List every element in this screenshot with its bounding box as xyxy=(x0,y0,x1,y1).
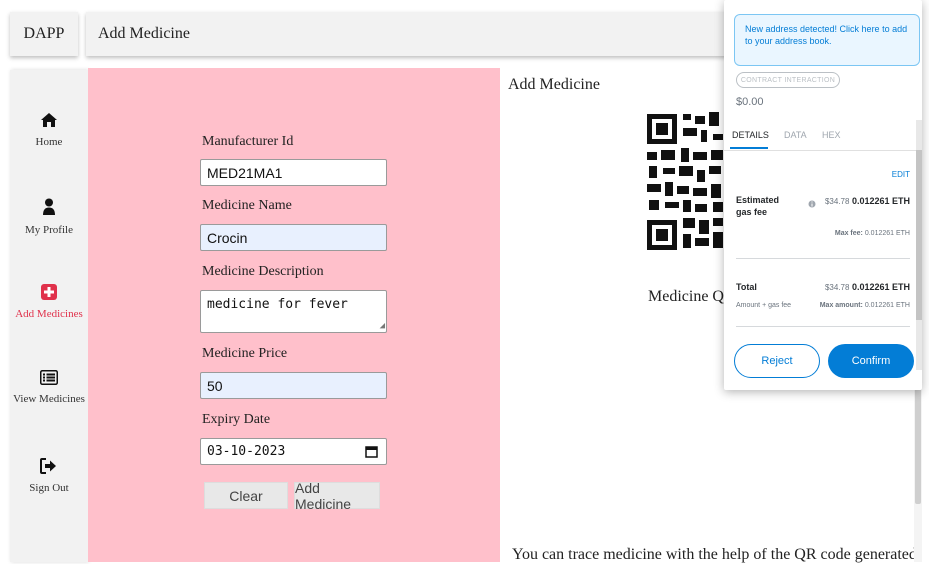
total-value: $34.78 0.012261 ETH xyxy=(825,282,910,292)
active-tab-indicator xyxy=(730,147,768,149)
manufacturer-id-input[interactable]: MED21MA1 xyxy=(200,159,387,186)
divider xyxy=(736,258,910,259)
transaction-amount: $0.00 xyxy=(736,96,764,108)
clear-button[interactable]: Clear xyxy=(204,482,288,509)
sidebar-item-label: My Profile xyxy=(25,224,73,236)
max-fee-label: Max fee: xyxy=(834,230,863,237)
reject-button[interactable]: Reject xyxy=(734,344,820,378)
medicine-name-label: Medicine Name xyxy=(202,198,292,213)
popup-scrollbar-thumb[interactable] xyxy=(916,150,922,320)
sidebar-item-label: Sign Out xyxy=(29,482,69,494)
expiry-date-label: Expiry Date xyxy=(202,412,271,427)
sidebar-item-label: View Medicines xyxy=(13,393,85,405)
qr-caption: Medicine QI xyxy=(648,288,730,305)
medicine-description-value: medicine for fever xyxy=(207,297,348,312)
tab-data[interactable]: DATA xyxy=(784,130,807,140)
qr-code-image xyxy=(647,112,723,250)
max-amount-row: Max amount: 0.012261 ETH xyxy=(820,302,910,309)
gas-fee-usd: $34.78 xyxy=(824,197,850,206)
contract-interaction-tag: CONTRACT INTERACTION xyxy=(736,72,840,88)
app-brand: DAPP xyxy=(10,12,78,56)
metamask-popup: New address detected! Click here to add … xyxy=(724,0,922,390)
trace-info-text: You can trace medicine with the help of … xyxy=(512,546,917,563)
qr-code xyxy=(635,104,735,276)
manufacturer-id-value: MED21MA1 xyxy=(207,164,283,181)
tab-details[interactable]: DETAILS xyxy=(732,130,769,140)
edit-gas-link[interactable]: EDIT xyxy=(892,170,910,179)
sidebar-item-add-medicines[interactable]: Add Medicines xyxy=(10,284,88,320)
list-icon xyxy=(40,370,58,385)
resize-grip-icon[interactable]: ◢ xyxy=(380,322,385,331)
gas-fee-value: $34.78 0.012261 ETH xyxy=(825,196,910,206)
max-amount-value: 0.012261 ETH xyxy=(864,302,910,309)
calendar-icon[interactable] xyxy=(365,445,378,458)
medicine-name-input[interactable]: Crocin xyxy=(200,224,387,251)
max-fee-row: Max fee: 0.012261 ETH xyxy=(835,230,910,237)
divider xyxy=(736,326,910,327)
new-address-notice[interactable]: New address detected! Click here to add … xyxy=(734,14,920,66)
brand-label: DAPP xyxy=(23,25,65,42)
sidebar-item-home[interactable]: Home xyxy=(10,112,88,148)
home-icon xyxy=(41,113,57,127)
expiry-date-input[interactable]: 03-10-2023 xyxy=(200,438,387,465)
total-sub-label: Amount + gas fee xyxy=(736,302,792,309)
manufacturer-id-label: Manufacturer Id xyxy=(202,134,294,149)
confirm-button[interactable]: Confirm xyxy=(828,344,914,378)
tab-hex[interactable]: HEX xyxy=(822,130,841,140)
plus-square-icon xyxy=(41,284,57,300)
sidebar-item-sign-out[interactable]: Sign Out xyxy=(10,458,88,494)
estimated-gas-fee-label: Estimated gas fee xyxy=(736,195,780,217)
medicine-description-label: Medicine Description xyxy=(202,264,324,279)
medicine-price-input[interactable]: 50 xyxy=(200,372,387,399)
expiry-date-value: 03-10-2023 xyxy=(207,444,286,459)
medicine-price-value: 50 xyxy=(207,377,223,394)
total-usd: $34.78 xyxy=(824,283,850,292)
gas-fee-eth: 0.012261 ETH xyxy=(851,196,910,206)
add-medicine-button[interactable]: Add Medicine xyxy=(294,480,380,512)
max-amount-label: Max amount: xyxy=(819,302,863,309)
page-header: Add Medicine xyxy=(86,12,736,56)
sidebar-item-my-profile[interactable]: My Profile xyxy=(10,198,88,236)
sidebar: Home My Profile Add Medicines View Medic… xyxy=(10,70,88,562)
medicine-name-value: Crocin xyxy=(207,229,248,246)
total-label: Total xyxy=(736,282,757,292)
medicine-price-label: Medicine Price xyxy=(202,346,288,361)
max-fee-value: 0.012261 ETH xyxy=(864,230,910,237)
sidebar-item-label: Add Medicines xyxy=(15,308,83,320)
sidebar-item-view-medicines[interactable]: View Medicines xyxy=(10,370,88,405)
sign-out-icon xyxy=(40,458,56,474)
add-medicine-form: Manufacturer Id MED21MA1 Medicine Name C… xyxy=(88,68,500,562)
info-icon[interactable] xyxy=(808,200,816,208)
content-title: Add Medicine xyxy=(508,76,600,93)
user-icon xyxy=(43,198,55,215)
page-title: Add Medicine xyxy=(98,25,190,42)
total-eth: 0.012261 ETH xyxy=(851,282,910,292)
sidebar-item-label: Home xyxy=(35,136,63,148)
medicine-description-textarea[interactable]: medicine for fever ◢ xyxy=(200,290,387,333)
